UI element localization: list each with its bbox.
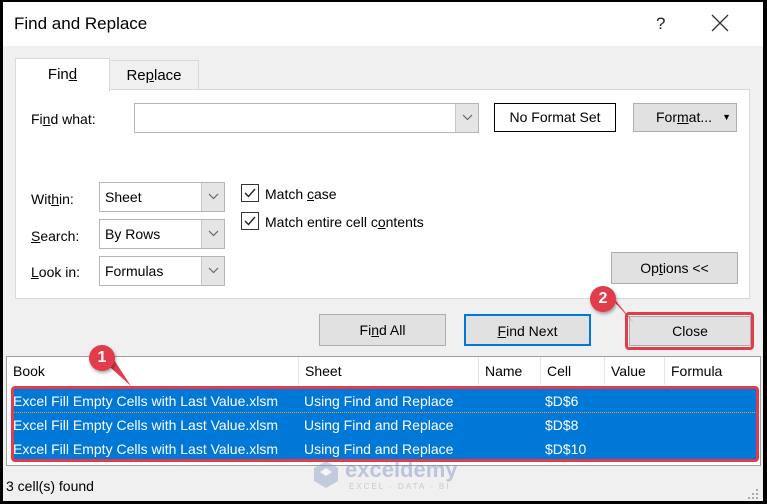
checkmark-icon [244,216,256,226]
search-select[interactable]: By Rows [99,219,225,249]
chevron-down-icon [208,267,219,274]
status-text: 3 cell(s) found [6,478,94,494]
title-bar: Find and Replace ? [3,2,763,46]
find-next-button[interactable]: Find Next [464,314,591,346]
match-entire-label: Match entire cell contents [265,214,424,230]
find-replace-dialog: Find and Replace ? Find Replace Find wha… [3,2,763,501]
dialog-title: Find and Replace [14,14,148,33]
look-in-select[interactable]: Formulas [99,256,225,286]
help-button[interactable]: ? [656,14,665,34]
exceldemy-logo-icon [314,461,338,488]
match-case-checkbox[interactable] [241,184,259,202]
column-header-sheet[interactable]: Sheet [299,357,479,385]
chevron-down-icon [208,230,219,237]
find-all-button[interactable]: Find All [319,314,446,346]
find-panel: Find what: No Format Set Format... ▼ Wit… [15,89,750,299]
checkmark-icon [244,188,256,198]
look-in-label: Look in: [31,264,81,280]
format-button[interactable]: Format... ▼ [633,103,737,132]
options-button[interactable]: Options << [611,252,738,284]
search-label: Search: [31,228,80,244]
annotation-badge-2: 2 [590,286,616,312]
dropdown-arrow-icon: ▼ [722,112,731,122]
column-header-book[interactable]: Book [7,357,299,385]
format-status: No Format Set [494,103,616,132]
tab-replace[interactable]: Replace [109,60,199,90]
tab-find[interactable]: Find [15,58,110,92]
column-header-formula[interactable]: Formula [665,357,761,385]
match-entire-checkbox[interactable] [241,212,259,230]
annotation-box-results [11,386,759,462]
annotation-badge-1: 1 [89,345,115,371]
within-select[interactable]: Sheet [99,182,225,212]
find-what-label: Find what: [31,111,96,127]
within-label: Within: [31,191,74,207]
chevron-down-icon [208,193,219,200]
chevron-down-icon [462,114,473,121]
match-case-label: Match case [265,186,337,202]
find-what-dropdown[interactable] [455,104,478,132]
column-header-cell[interactable]: Cell [541,357,605,385]
column-header-value[interactable]: Value [605,357,665,385]
column-header-name[interactable]: Name [479,357,541,385]
find-what-input[interactable] [134,103,479,133]
close-icon[interactable] [709,12,731,34]
resize-grip-icon[interactable] [747,488,759,500]
